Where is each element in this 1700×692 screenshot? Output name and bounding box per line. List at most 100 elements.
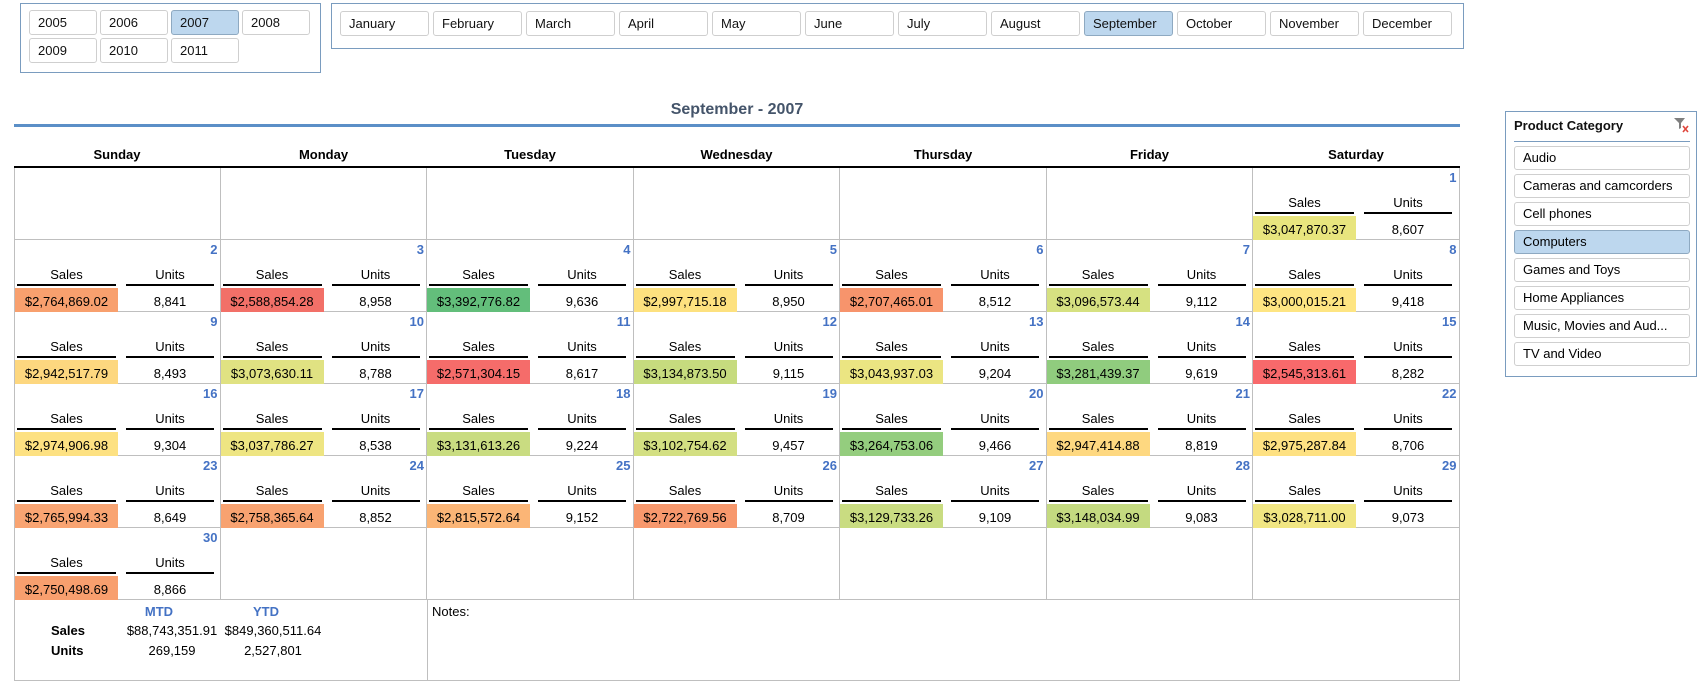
month-button-january[interactable]: January [340,11,429,36]
clear-filter-icon[interactable] [1672,116,1690,134]
category-item-games-and-toys[interactable]: Games and Toys [1514,258,1690,282]
year-slicer: 2005 2006 2007 2008 2009 2010 2011 [20,3,321,73]
calendar-day-cell: 4 Sales Units $3,392,776.82 9,636 [427,240,634,312]
sales-label: Sales [50,483,83,498]
category-item-cameras-and-camcorders[interactable]: Cameras and camcorders [1514,174,1690,198]
day-number: 22 [1442,386,1457,401]
sales-value: $2,765,994.33 [15,504,118,528]
sales-value: $2,947,414.88 [1046,432,1150,456]
sales-value: $2,722,769.56 [633,504,737,528]
units-value: 9,304 [153,438,187,453]
units-value: 8,706 [1391,438,1425,453]
units-underline [951,500,1039,502]
month-button-december[interactable]: December [1363,11,1452,36]
year-button-2008[interactable]: 2008 [242,10,310,35]
units-value: 8,493 [153,366,187,381]
units-value: 8,788 [359,366,392,381]
sales-label: Sales [1081,483,1115,498]
sales-value: $3,134,873.50 [633,360,737,384]
category-item-music-movies-and-aud[interactable]: Music, Movies and Aud... [1514,314,1690,338]
calendar-day-cell: 21 Sales Units $2,947,414.88 8,819 [1046,384,1253,456]
units-value: 8,709 [772,510,805,525]
month-button-october[interactable]: October [1177,11,1266,36]
year-button-2007[interactable]: 2007 [171,10,239,35]
sales-underline [1048,284,1148,286]
empty-calendar-cell [633,168,840,240]
sales-underline [17,572,116,574]
units-value: 9,115 [772,366,805,381]
empty-calendar-cell [14,168,221,240]
sales-value: $3,131,613.26 [427,432,530,456]
month-button-august[interactable]: August [991,11,1080,36]
year-button-2006[interactable]: 2006 [100,10,168,35]
sales-label: Sales [1288,483,1321,498]
units-underline [744,284,833,286]
month-button-july[interactable]: July [898,11,987,36]
empty-calendar-cell [427,168,634,240]
day-number: 30 [203,530,218,545]
month-button-june[interactable]: June [805,11,894,36]
sales-label: Sales [50,411,83,426]
ytd-units-value: 2,527,801 [244,643,302,658]
calendar-day-cell: 5 Sales Units $2,997,715.18 8,950 [633,240,840,312]
month-button-february[interactable]: February [433,11,522,36]
calendar-day-cell: 26 Sales Units $2,722,769.56 8,709 [633,456,840,528]
year-button-2011[interactable]: 2011 [171,38,239,63]
category-item-computers[interactable]: Computers [1514,230,1690,254]
category-item-home-appliances[interactable]: Home Appliances [1514,286,1690,310]
month-button-november[interactable]: November [1270,11,1359,36]
category-item-tv-and-video[interactable]: TV and Video [1514,342,1690,366]
slicer-divider [1514,141,1690,142]
day-number: 6 [1036,242,1044,257]
units-underline [1157,500,1246,502]
sales-underline [635,284,735,286]
month-button-april[interactable]: April [619,11,708,36]
calendar-day-cell: 22 Sales Units $2,975,287.84 8,706 [1253,384,1460,456]
sales-value: $3,096,573.44 [1046,288,1150,312]
units-label: Units [1186,483,1217,498]
units-underline [1157,284,1246,286]
month-button-september[interactable]: September [1084,11,1173,36]
sales-underline [842,428,941,430]
sales-underline [1255,356,1354,358]
units-label: Units [155,267,185,282]
sales-underline [17,356,116,358]
units-value: 8,819 [1185,438,1218,453]
units-label: Units [1186,267,1217,282]
units-label: Units [1393,483,1423,498]
units-label: Units [1186,339,1217,354]
sales-underline [842,356,941,358]
day-number: 19 [822,386,837,401]
calendar-day-cell: 12 Sales Units $3,134,873.50 9,115 [633,312,840,384]
category-item-cell-phones[interactable]: Cell phones [1514,202,1690,226]
units-label: Units [155,555,185,570]
category-item-audio[interactable]: Audio [1514,146,1690,170]
sales-label: Sales [1288,411,1321,426]
units-underline [744,500,833,502]
day-number: 4 [623,242,631,257]
sales-label: Sales [462,267,495,282]
month-button-march[interactable]: March [526,11,615,36]
empty-calendar-cell [427,528,634,600]
day-number: 8 [1449,242,1457,257]
day-number: 20 [1029,386,1044,401]
units-label: Units [567,267,597,282]
sales-value: $2,588,854.28 [220,288,324,312]
sales-value: $2,750,498.69 [15,576,118,600]
units-value: 8,538 [359,438,392,453]
month-button-may[interactable]: May [712,11,801,36]
sales-label: Sales [1288,267,1321,282]
sales-value: $2,942,517.79 [15,360,118,384]
units-underline [538,500,626,502]
empty-calendar-cell [1046,528,1253,600]
units-underline [126,572,214,574]
sales-underline [635,356,735,358]
units-label: Units [155,483,185,498]
units-underline [951,356,1039,358]
units-value: 9,073 [1391,510,1425,525]
year-button-2009[interactable]: 2009 [29,38,97,63]
units-label: Units [360,483,391,498]
year-button-2010[interactable]: 2010 [100,38,168,63]
year-button-2005[interactable]: 2005 [29,10,97,35]
day-number: 16 [203,386,218,401]
